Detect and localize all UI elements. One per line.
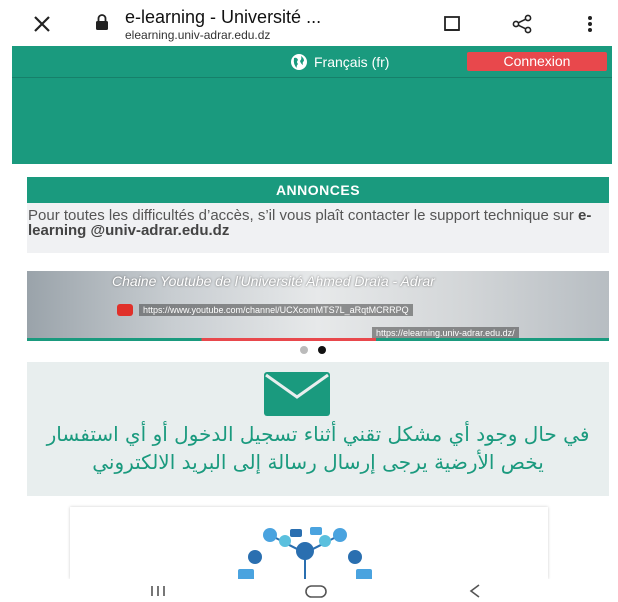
- close-icon[interactable]: [30, 12, 54, 36]
- home-icon[interactable]: [301, 582, 331, 600]
- banner-title: Chaine Youtube de l'Université Ahmed Dra…: [112, 273, 435, 289]
- bookmark-icon[interactable]: [440, 12, 464, 36]
- globe-icon: [291, 54, 307, 70]
- header-divider: [12, 77, 612, 78]
- announcements-title: ANNONCES: [27, 177, 609, 203]
- envelope-icon: [264, 372, 330, 416]
- site-header: Français (fr) Connexion: [12, 46, 612, 164]
- page-title[interactable]: e-learning - Université ...: [125, 7, 321, 28]
- banner-stripe: [27, 338, 609, 341]
- back-icon[interactable]: [460, 582, 490, 600]
- info-card: [70, 507, 548, 579]
- slider-dots: [300, 346, 326, 354]
- slider-dot-2[interactable]: [318, 346, 326, 354]
- page: e-learning - Université ... elearning.un…: [0, 0, 618, 602]
- banner-slide[interactable]: Chaine Youtube de l'Université Ahmed Dra…: [27, 271, 609, 341]
- browser-toolbar: e-learning - Université ... elearning.un…: [0, 0, 618, 46]
- contact-box: في حال وجود أي مشكل تقني أثناء تسجيل الد…: [27, 362, 609, 496]
- slider-dot-1[interactable]: [300, 346, 308, 354]
- network-illustration: [238, 527, 372, 579]
- language-label: Français (fr): [314, 54, 390, 70]
- login-button[interactable]: Connexion: [467, 52, 607, 71]
- share-icon[interactable]: [510, 12, 534, 36]
- android-nav-bar: [0, 579, 618, 602]
- url-text[interactable]: elearning.univ-adrar.edu.dz: [125, 28, 270, 42]
- recent-apps-icon[interactable]: [143, 582, 173, 600]
- lock-icon: [96, 14, 108, 30]
- announcements-box: ANNONCES Pour toutes les difficultés d’a…: [27, 177, 609, 253]
- announcements-text: Pour toutes les difficultés d’accès, s’i…: [27, 203, 609, 238]
- contact-message: في حال وجود أي مشكل تقني أثناء تسجيل الد…: [46, 422, 590, 474]
- more-vert-icon[interactable]: [578, 12, 602, 36]
- youtube-icon: [117, 304, 133, 316]
- language-selector[interactable]: Français (fr): [290, 51, 389, 73]
- banner-youtube-url: https://www.youtube.com/channel/UCXcomMT…: [139, 304, 413, 316]
